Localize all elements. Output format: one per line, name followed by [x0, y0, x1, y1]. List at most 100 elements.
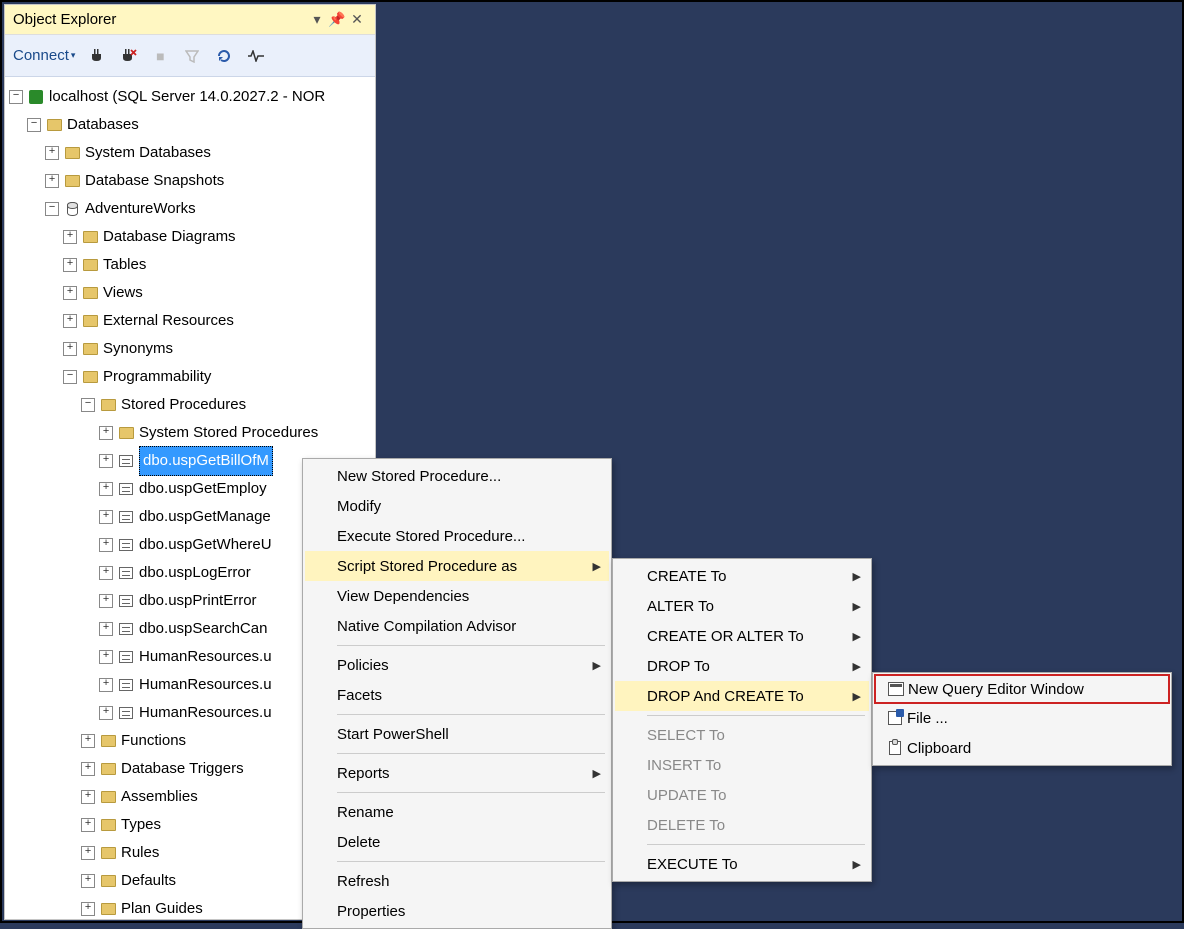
- menu-create-or-alter-to[interactable]: CREATE OR ALTER To▶: [615, 621, 869, 651]
- collapse-icon[interactable]: −: [45, 202, 59, 216]
- folder-icon: [101, 847, 116, 859]
- menu-policies[interactable]: Policies▶: [305, 650, 609, 680]
- chevron-right-icon: ▶: [853, 600, 861, 613]
- folder-icon: [83, 231, 98, 243]
- connect-icon[interactable]: [85, 45, 107, 67]
- expand-icon[interactable]: +: [63, 258, 77, 272]
- expand-icon[interactable]: +: [99, 538, 113, 552]
- expand-icon[interactable]: +: [63, 286, 77, 300]
- expand-icon[interactable]: +: [63, 342, 77, 356]
- menu-new-query-editor-window[interactable]: New Query Editor Window: [874, 674, 1170, 704]
- panel-title: Object Explorer: [13, 11, 307, 28]
- panel-titlebar: Object Explorer ▾ 📌 ✕: [5, 5, 375, 35]
- menu-separator: [337, 714, 605, 715]
- menu-new-stored-procedure[interactable]: New Stored Procedure...: [305, 461, 609, 491]
- expand-icon[interactable]: +: [99, 678, 113, 692]
- folder-icon: [101, 875, 116, 887]
- menu-file[interactable]: File ...: [875, 703, 1169, 733]
- expand-icon[interactable]: +: [81, 790, 95, 804]
- close-icon[interactable]: ✕: [347, 11, 367, 28]
- collapse-icon[interactable]: −: [81, 398, 95, 412]
- procedure-icon: [119, 455, 133, 467]
- chevron-right-icon: ▶: [853, 630, 861, 643]
- expand-icon[interactable]: +: [99, 622, 113, 636]
- expand-icon[interactable]: +: [81, 874, 95, 888]
- expand-icon[interactable]: +: [99, 594, 113, 608]
- expand-icon[interactable]: +: [99, 454, 113, 468]
- server-node[interactable]: −localhost (SQL Server 14.0.2027.2 - NOR: [9, 83, 371, 111]
- folder-icon: [83, 343, 98, 355]
- folder-icon: [101, 735, 116, 747]
- expand-icon[interactable]: +: [99, 426, 113, 440]
- context-menu: New Stored Procedure... Modify Execute S…: [302, 458, 612, 929]
- menu-refresh[interactable]: Refresh: [305, 866, 609, 896]
- expand-icon[interactable]: +: [45, 174, 59, 188]
- dropdown-icon[interactable]: ▾: [307, 11, 327, 28]
- expand-icon[interactable]: +: [81, 846, 95, 860]
- folder-icon: [101, 791, 116, 803]
- menu-separator: [337, 753, 605, 754]
- menu-drop-and-create-to[interactable]: DROP And CREATE To▶: [615, 681, 869, 711]
- expand-icon[interactable]: +: [63, 230, 77, 244]
- activity-icon[interactable]: [245, 45, 267, 67]
- disconnect-icon[interactable]: [117, 45, 139, 67]
- synonyms-node[interactable]: +Synonyms: [9, 335, 371, 363]
- menu-view-dependencies[interactable]: View Dependencies: [305, 581, 609, 611]
- server-icon: [29, 90, 43, 104]
- expand-icon[interactable]: +: [99, 510, 113, 524]
- folder-icon: [101, 763, 116, 775]
- pin-icon[interactable]: 📌: [327, 11, 347, 28]
- database-snapshots-node[interactable]: +Database Snapshots: [9, 167, 371, 195]
- expand-icon[interactable]: +: [45, 146, 59, 160]
- menu-separator: [337, 861, 605, 862]
- clipboard-icon: [889, 741, 901, 755]
- expand-icon[interactable]: +: [99, 706, 113, 720]
- collapse-icon[interactable]: −: [63, 370, 77, 384]
- menu-reports[interactable]: Reports▶: [305, 758, 609, 788]
- menu-properties[interactable]: Properties: [305, 896, 609, 926]
- procedure-icon: [119, 511, 133, 523]
- stored-procedures-node[interactable]: −Stored Procedures: [9, 391, 371, 419]
- connect-button[interactable]: Connect▾: [13, 47, 75, 64]
- procedure-icon: [119, 483, 133, 495]
- menu-script-stored-procedure-as[interactable]: Script Stored Procedure as▶: [305, 551, 609, 581]
- database-diagrams-node[interactable]: +Database Diagrams: [9, 223, 371, 251]
- menu-delete[interactable]: Delete: [305, 827, 609, 857]
- expand-icon[interactable]: +: [63, 314, 77, 328]
- menu-clipboard[interactable]: Clipboard: [875, 733, 1169, 763]
- expand-icon[interactable]: +: [81, 762, 95, 776]
- menu-create-to[interactable]: CREATE To▶: [615, 561, 869, 591]
- programmability-node[interactable]: −Programmability: [9, 363, 371, 391]
- folder-icon: [83, 371, 98, 383]
- menu-alter-to[interactable]: ALTER To▶: [615, 591, 869, 621]
- adventureworks-node[interactable]: −AdventureWorks: [9, 195, 371, 223]
- menu-delete-to: DELETE To: [615, 810, 869, 840]
- procedure-icon: [119, 539, 133, 551]
- system-databases-node[interactable]: +System Databases: [9, 139, 371, 167]
- menu-facets[interactable]: Facets: [305, 680, 609, 710]
- tables-node[interactable]: +Tables: [9, 251, 371, 279]
- expand-icon[interactable]: +: [99, 650, 113, 664]
- expand-icon[interactable]: +: [99, 482, 113, 496]
- menu-drop-to[interactable]: DROP To▶: [615, 651, 869, 681]
- expand-icon[interactable]: +: [81, 902, 95, 916]
- menu-native-compilation-advisor[interactable]: Native Compilation Advisor: [305, 611, 609, 641]
- expand-icon[interactable]: +: [81, 818, 95, 832]
- folder-icon: [101, 399, 116, 411]
- menu-separator: [337, 645, 605, 646]
- menu-modify[interactable]: Modify: [305, 491, 609, 521]
- menu-rename[interactable]: Rename: [305, 797, 609, 827]
- databases-node[interactable]: −Databases: [9, 111, 371, 139]
- system-stored-procedures-node[interactable]: +System Stored Procedures: [9, 419, 371, 447]
- expand-icon[interactable]: +: [99, 566, 113, 580]
- collapse-icon[interactable]: −: [27, 118, 41, 132]
- refresh-icon[interactable]: [213, 45, 235, 67]
- menu-execute-to[interactable]: EXECUTE To▶: [615, 849, 869, 879]
- collapse-icon[interactable]: −: [9, 90, 23, 104]
- menu-start-powershell[interactable]: Start PowerShell: [305, 719, 609, 749]
- external-resources-node[interactable]: +External Resources: [9, 307, 371, 335]
- procedure-icon: [119, 679, 133, 691]
- views-node[interactable]: +Views: [9, 279, 371, 307]
- menu-execute-stored-procedure[interactable]: Execute Stored Procedure...: [305, 521, 609, 551]
- expand-icon[interactable]: +: [81, 734, 95, 748]
